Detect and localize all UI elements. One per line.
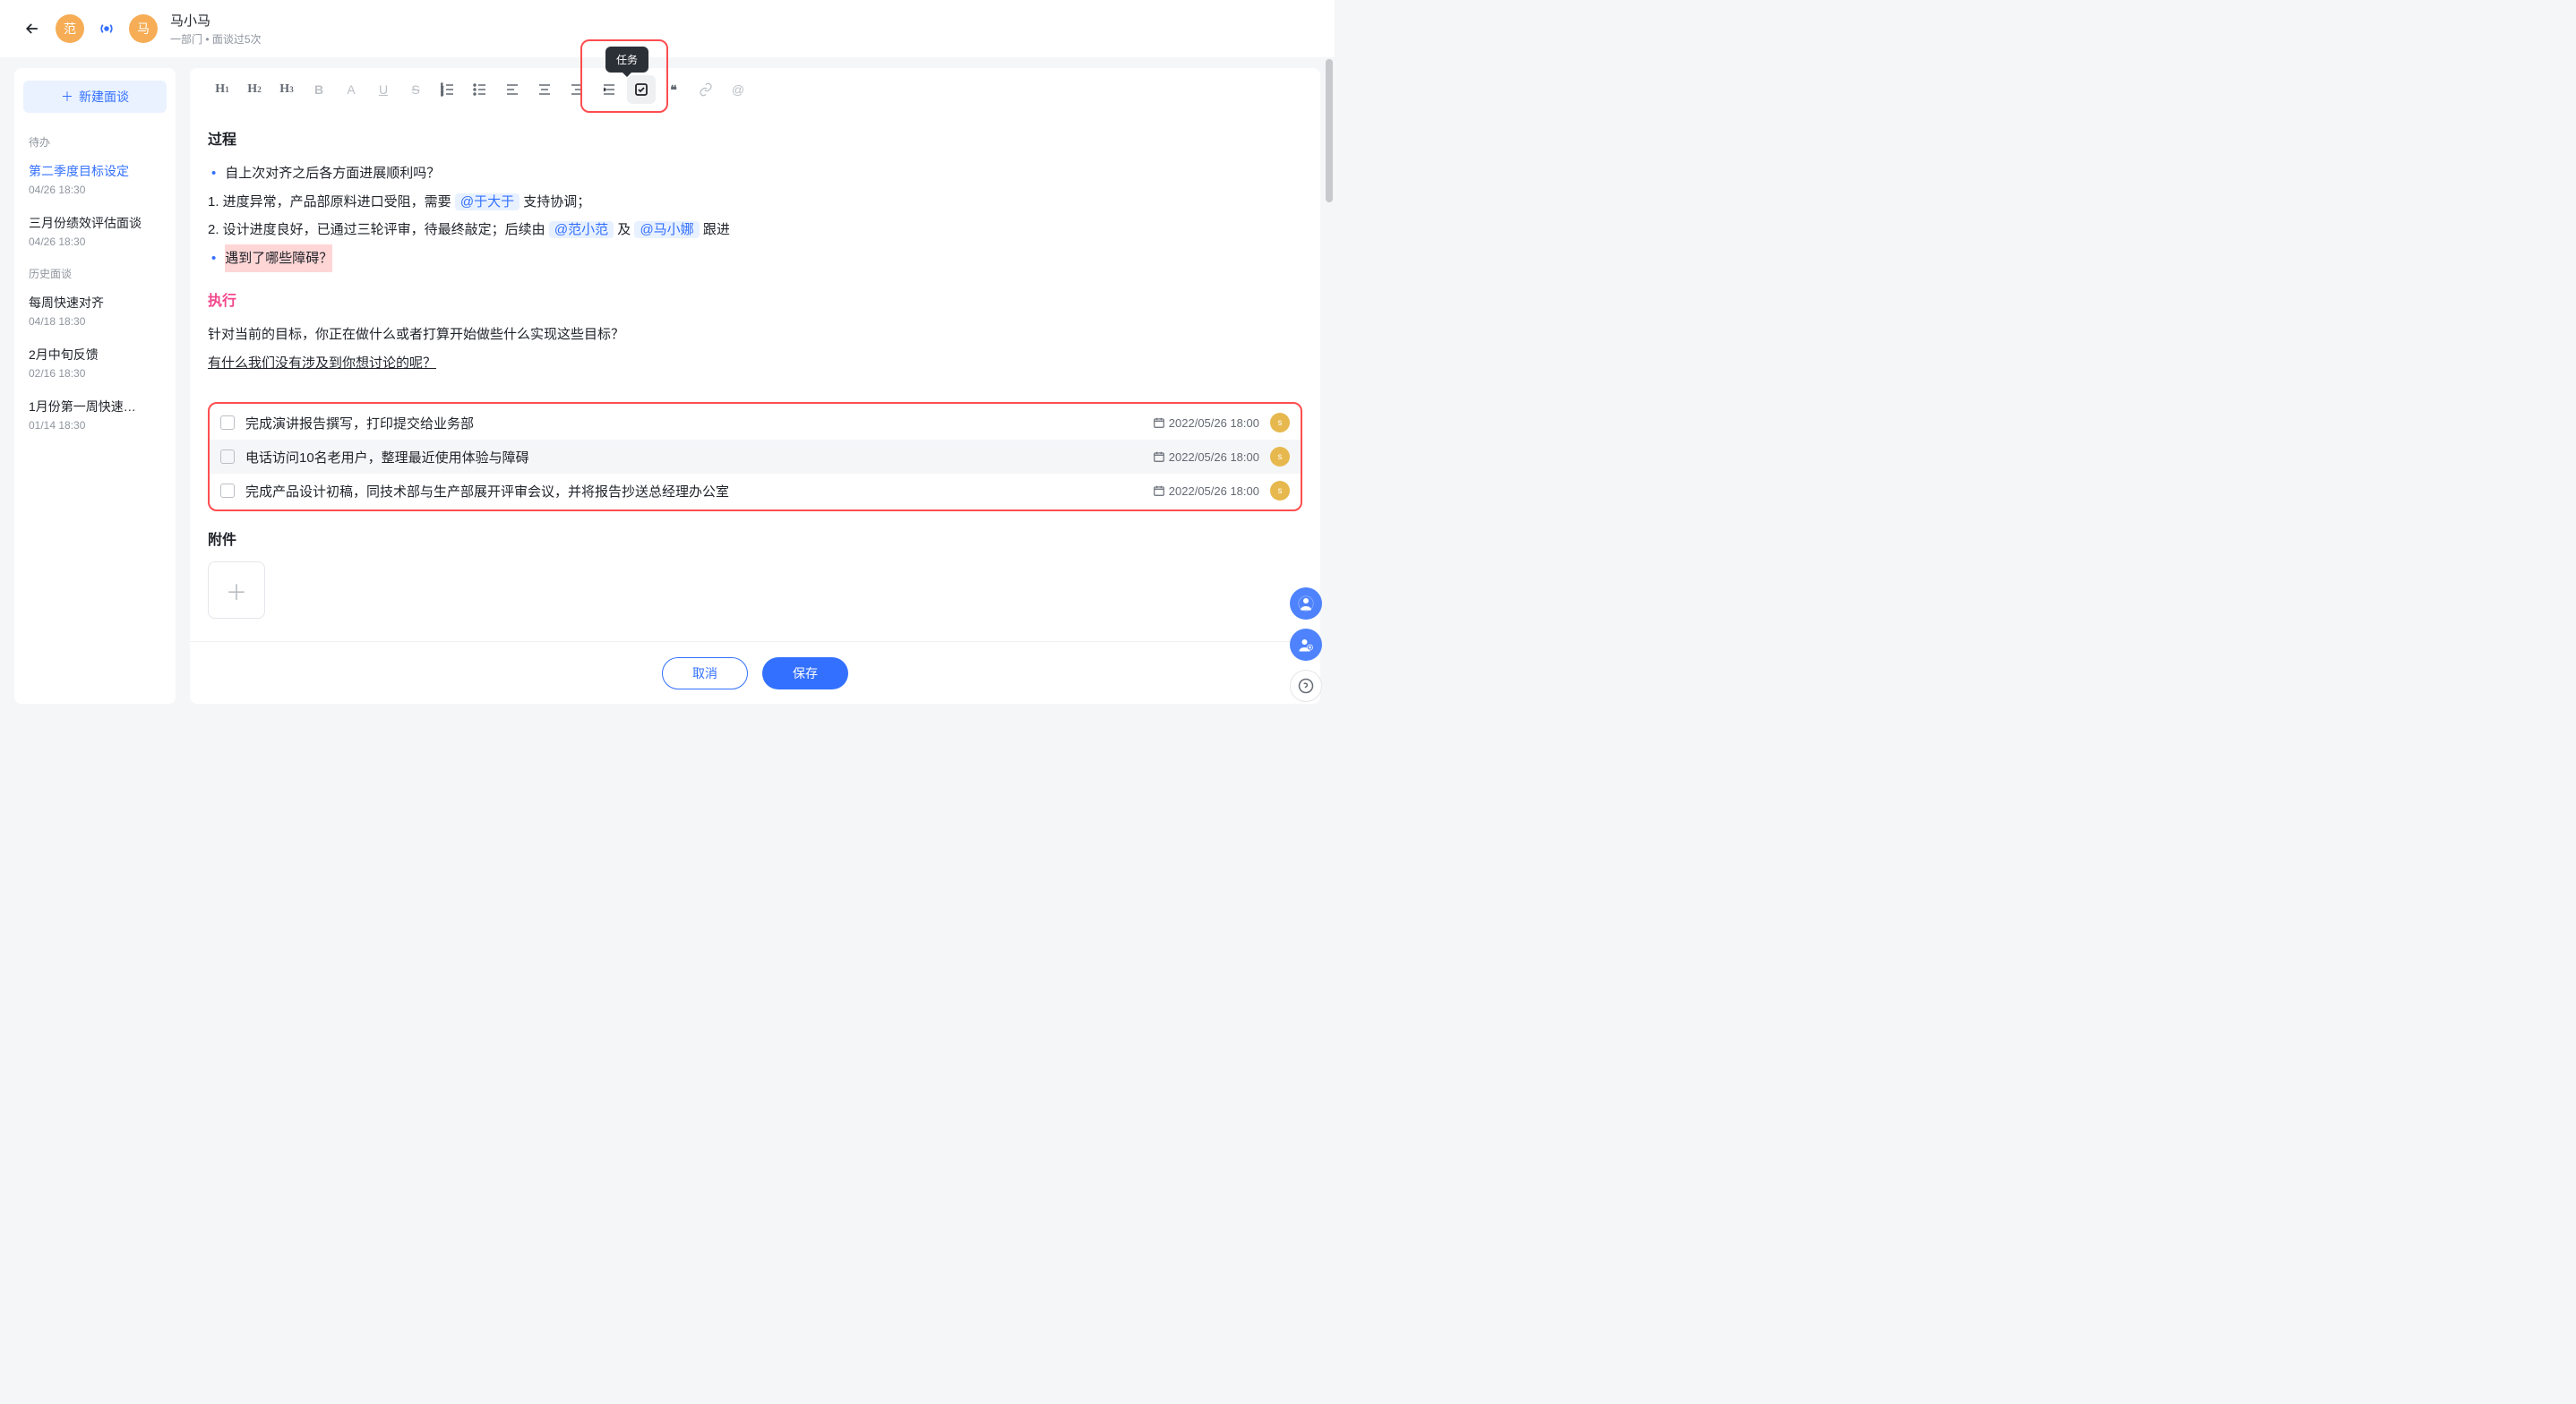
tool-indent[interactable] [595, 75, 623, 104]
section-process-title: 过程 [208, 127, 1302, 149]
tool-bold[interactable]: B [305, 75, 333, 104]
broadcast-icon [97, 19, 116, 39]
tool-strike[interactable]: S [401, 75, 430, 104]
task-row[interactable]: 完成演讲报告撰写，打印提交给业务部 2022/05/26 18:00 s [210, 406, 1301, 440]
exec-line-2[interactable]: 有什么我们没有涉及到你想讨论的呢？ [208, 349, 1302, 378]
calendar-icon [1153, 450, 1165, 463]
tool-h2[interactable]: H2 [240, 75, 269, 104]
tool-h1[interactable]: H1 [208, 75, 236, 104]
person-meta: 一部门 • 面谈过5次 [170, 31, 262, 47]
tool-task[interactable] [627, 75, 656, 104]
task-checkbox[interactable] [220, 449, 235, 464]
sidebar-item-title: 三月份绩效评估面谈 [29, 214, 161, 232]
tool-bullet-list[interactable] [466, 75, 494, 104]
sidebar-item-time: 04/26 18:30 [29, 184, 161, 196]
task-tooltip: 任务 [605, 47, 648, 73]
task-date[interactable]: 2022/05/26 18:00 [1153, 450, 1259, 464]
sidebar-item-time: 04/18 18:30 [29, 315, 161, 328]
task-assignee-avatar[interactable]: s [1270, 413, 1290, 432]
sidebar-item-time: 04/26 18:30 [29, 235, 161, 248]
add-attachment-button[interactable]: ＋ [208, 561, 265, 619]
tasks-highlight-box: 完成演讲报告撰写，打印提交给业务部2022/05/26 18:00s电话访问10… [208, 402, 1302, 511]
cancel-button[interactable]: 取消 [662, 657, 748, 689]
person-info: 马小马 一部门 • 面谈过5次 [170, 11, 262, 47]
task-text: 电话访问10名老用户，整理最近使用体验与障碍 [245, 448, 1142, 467]
editor-toolbar: H1 H2 H3 B A U S 123 ❝ @ [190, 68, 1320, 111]
sidebar-item[interactable]: 2月中旬反馈 02/16 18:30 [23, 340, 167, 392]
sidebar: ＋ 新建面谈 待办第二季度目标设定 04/26 18:30 三月份绩效评估面谈 04/… [14, 68, 176, 704]
tool-link[interactable] [691, 75, 720, 104]
sidebar-item-title: 每周快速对齐 [29, 294, 161, 312]
new-meeting-button[interactable]: ＋ 新建面谈 [23, 81, 167, 113]
scrollbar-thumb[interactable] [1326, 59, 1333, 202]
page-header: 范 马 马小马 一部门 • 面谈过5次 [0, 0, 1335, 57]
section-attach-title: 附件 [208, 527, 1302, 549]
main-panel: H1 H2 H3 B A U S 123 ❝ @ 过程 自上次对齐之后各方面进展… [190, 68, 1320, 704]
exec-line-1[interactable]: 针对当前的目标，你正在做什么或者打算开始做些什么实现这些目标？ [208, 321, 1302, 349]
task-date[interactable]: 2022/05/26 18:00 [1153, 484, 1259, 498]
task-assignee-avatar[interactable]: s [1270, 481, 1290, 501]
task-text: 完成演讲报告撰写，打印提交给业务部 [245, 414, 1142, 432]
avatar-self[interactable]: 范 [56, 14, 84, 43]
mention-user[interactable]: @范小范 [549, 221, 614, 238]
tool-h3[interactable]: H3 [272, 75, 301, 104]
sidebar-item-title: 2月中旬反馈 [29, 346, 161, 364]
tool-align-center[interactable] [530, 75, 559, 104]
save-button[interactable]: 保存 [762, 657, 848, 689]
avatar-person[interactable]: 马 [129, 14, 158, 43]
footer-actions: 取消 保存 [190, 641, 1320, 704]
tool-align-right[interactable] [562, 75, 591, 104]
sidebar-item-title: 1月份第一周快速… [29, 398, 161, 415]
tool-mention[interactable]: @ [724, 75, 752, 104]
floating-actions [1290, 587, 1322, 702]
task-checkbox[interactable] [220, 415, 235, 430]
sidebar-item[interactable]: 1月份第一周快速… 01/14 18:30 [23, 392, 167, 444]
tool-quote[interactable]: ❝ [659, 75, 688, 104]
numbered-line-1[interactable]: 1. 进度异常，产品部原料进口受阻，需要 @于大于 支持协调； [208, 188, 1302, 217]
task-row[interactable]: 完成产品设计初稿，同技术部与生产部展开评审会议，并将报告抄送总经理办公室 2022… [210, 474, 1301, 508]
sidebar-item[interactable]: 第二季度目标设定 04/26 18:30 [23, 157, 167, 209]
add-person-button[interactable] [1290, 629, 1322, 661]
mention-user[interactable]: @马小娜 [634, 221, 699, 238]
editor-body[interactable]: 过程 自上次对齐之后各方面进展顺利吗？ 1. 进度异常，产品部原料进口受阻，需要… [190, 111, 1320, 641]
task-checkbox[interactable] [220, 484, 235, 498]
task-row[interactable]: 电话访问10名老用户，整理最近使用体验与障碍 2022/05/26 18:00 s [210, 440, 1301, 474]
plus-icon: ＋ [226, 575, 247, 606]
bullet-line[interactable]: 遇到了哪些障碍？ [208, 244, 1302, 273]
back-button[interactable] [21, 18, 43, 39]
svg-text:3: 3 [441, 92, 443, 97]
scrollbar[interactable] [1326, 59, 1333, 713]
new-meeting-label: 新建面谈 [79, 88, 129, 106]
tool-underline[interactable]: U [369, 75, 398, 104]
section-exec-title: 执行 [208, 288, 1302, 310]
sidebar-item[interactable]: 三月份绩效评估面谈 04/26 18:30 [23, 209, 167, 261]
task-text: 完成产品设计初稿，同技术部与生产部展开评审会议，并将报告抄送总经理办公室 [245, 482, 1142, 501]
calendar-icon [1153, 484, 1165, 497]
sidebar-item[interactable]: 每周快速对齐 04/18 18:30 [23, 288, 167, 340]
numbered-line-2[interactable]: 2. 设计进度良好，已通过三轮评审，待最终敲定；后续由 @范小范 及 @马小娜 … [208, 216, 1302, 244]
mention-user[interactable]: @于大于 [455, 193, 519, 210]
sidebar-section-label: 历史面谈 [23, 261, 167, 288]
support-button[interactable] [1290, 587, 1322, 620]
sidebar-item-time: 02/16 18:30 [29, 367, 161, 380]
plus-icon: ＋ [61, 88, 73, 106]
tool-ordered-list[interactable]: 123 [434, 75, 462, 104]
sidebar-section-label: 待办 [23, 129, 167, 157]
sidebar-item-title: 第二季度目标设定 [29, 162, 161, 180]
tool-color[interactable]: A [337, 75, 365, 104]
sidebar-item-time: 01/14 18:30 [29, 419, 161, 432]
task-date[interactable]: 2022/05/26 18:00 [1153, 416, 1259, 430]
person-name: 马小马 [170, 11, 262, 30]
calendar-icon [1153, 416, 1165, 429]
task-assignee-avatar[interactable]: s [1270, 447, 1290, 467]
help-button[interactable] [1290, 670, 1322, 702]
bullet-line[interactable]: 自上次对齐之后各方面进展顺利吗？ [208, 159, 1302, 188]
tool-align-left[interactable] [498, 75, 527, 104]
